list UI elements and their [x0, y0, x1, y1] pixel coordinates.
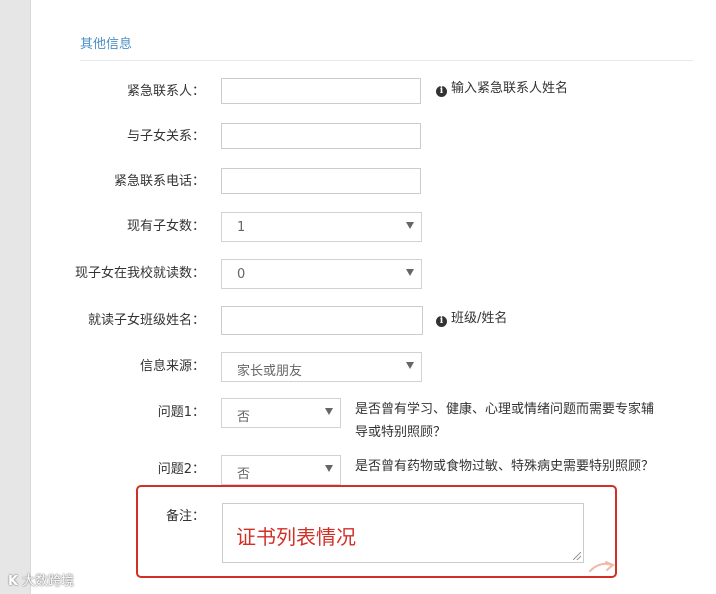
emergency-contact-hint: i 输入紧急联系人姓名: [436, 80, 568, 98]
dropdown-arrow-icon: [406, 269, 414, 276]
dropdown-arrow-icon: [325, 408, 333, 415]
dropdown-arrow-icon: [406, 222, 414, 229]
watermark: K 大数跨境: [8, 570, 74, 589]
question2-label: 问题2：: [157, 462, 205, 477]
question2-text: 是否曾有药物或食物过敏、特殊病史需要特别照顾？: [355, 459, 655, 474]
children-class-name-input[interactable]: [221, 306, 423, 335]
watermark-text: 大数跨境: [22, 574, 75, 589]
section-title: 其他信息: [80, 37, 133, 52]
children-count-select[interactable]: 1: [221, 212, 422, 242]
emergency-phone-input[interactable]: [221, 168, 421, 194]
question2-select[interactable]: 否: [221, 455, 341, 485]
question1-label: 问题1：: [157, 405, 205, 420]
dropdown-arrow-icon: [325, 465, 333, 472]
arrow-doodle-icon: [589, 561, 615, 572]
info-source-value: 家长或朋友: [237, 364, 303, 379]
info-source-select[interactable]: 家长或朋友: [221, 352, 422, 382]
emergency-contact-input[interactable]: [221, 78, 421, 104]
relation-input[interactable]: [221, 123, 421, 149]
children-count-value: 1: [237, 220, 246, 235]
emergency-phone-label: 紧急联系电话：: [113, 174, 205, 189]
children-class-name-hint-text: 班级/姓名: [451, 311, 508, 326]
emergency-contact-label: 紧急联系人：: [126, 84, 205, 99]
relation-label: 与子女关系：: [126, 129, 205, 144]
watermark-logo-icon: K: [8, 574, 19, 589]
question1-select[interactable]: 否: [221, 398, 341, 428]
highlight-annotation-box: [136, 485, 617, 578]
section-divider: [80, 60, 693, 61]
info-icon: i: [436, 316, 447, 327]
children-in-school-label: 现子女在我校就读数：: [74, 266, 205, 281]
children-in-school-select[interactable]: 0: [221, 259, 422, 289]
info-source-label: 信息来源：: [139, 359, 205, 374]
children-class-name-hint: i 班级/姓名: [436, 310, 507, 328]
emergency-contact-hint-text: 输入紧急联系人姓名: [451, 81, 569, 96]
info-icon: i: [436, 86, 447, 97]
question1-value: 否: [237, 410, 251, 425]
children-count-label: 现有子女数：: [126, 219, 205, 234]
dropdown-arrow-icon: [406, 362, 414, 369]
children-in-school-value: 0: [237, 267, 246, 282]
children-class-name-label: 就读子女班级姓名：: [87, 313, 205, 328]
question1-text: 是否曾有学习、健康、心理或情绪问题而需要专家辅导或特别照顾？: [355, 402, 655, 440]
question2-value: 否: [237, 467, 251, 482]
